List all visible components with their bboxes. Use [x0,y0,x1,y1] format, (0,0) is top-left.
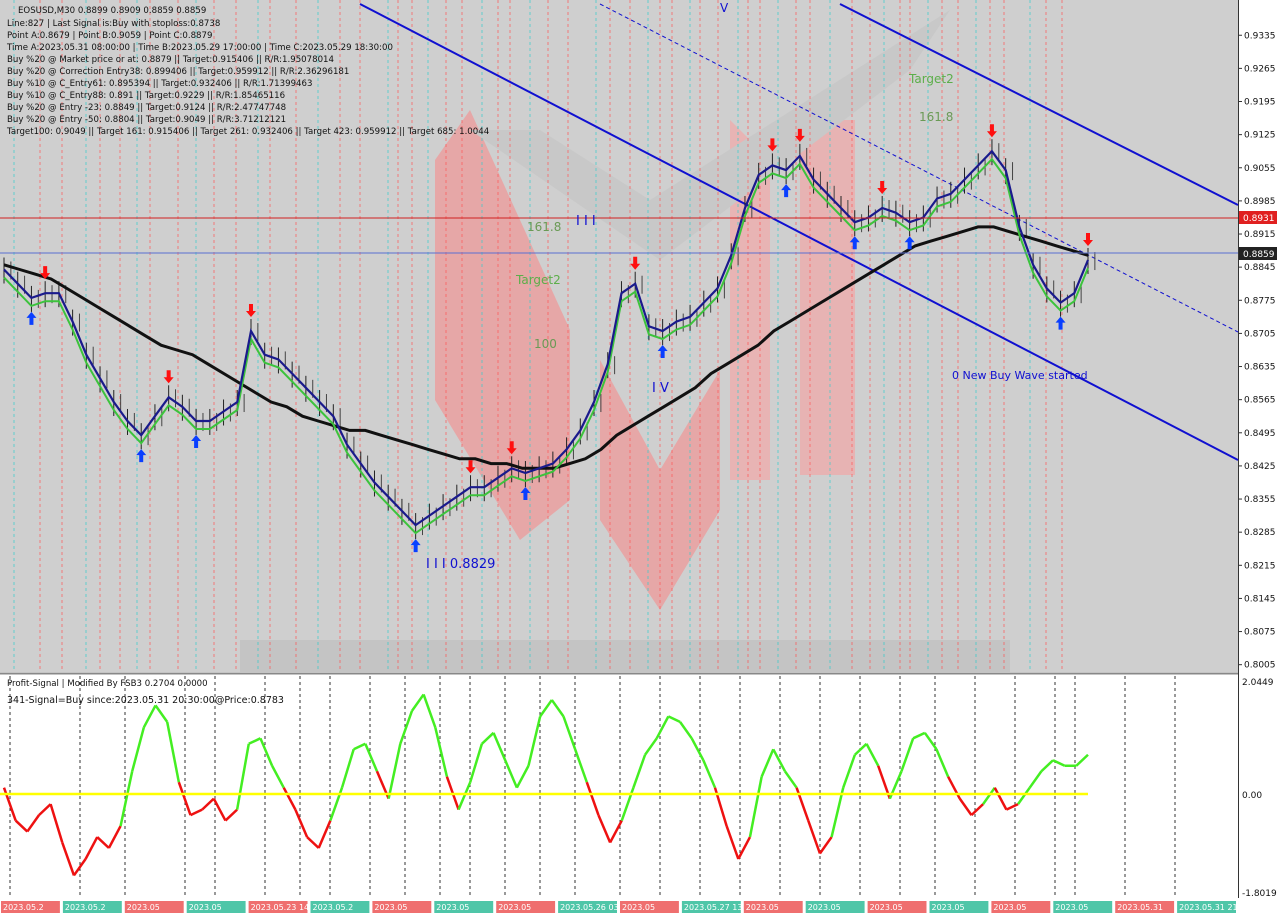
price-tick-label: 0.8355 [1244,495,1276,505]
price-tick-label: 0.8425 [1244,462,1276,472]
price-tick-label: 0.8495 [1244,429,1276,439]
info-line: Buy %20 @ Market price or at: 0.8879 || … [7,55,334,65]
time-label: 2023.05 [1055,903,1088,912]
wave-iii-top-label: I I I [576,214,596,229]
indicator-signal-text: 341-Signal=Buy since:2023.05.31 20:30:00… [7,695,284,706]
time-axis-labels: 2023.05.2 2023.05.2 2023.05 2023.05 2023.05.… [1,901,1251,913]
price-tick-label: 0.9335 [1244,31,1276,41]
info-line: Point A:0.8679 | Point B:0.9059 | Point … [7,31,212,41]
fib-100-label: 100 [534,337,557,351]
red-price-tag-label: 0.8931 [1243,214,1275,224]
info-line: Buy %20 @ Correction Entry38: 0.899406 |… [7,67,349,77]
price-tick-label: 0.8985 [1244,197,1276,207]
target2-left-label: Target2 [515,273,561,287]
indicator-title: Profit-Signal | Modified By FSB3 0.2704 … [7,679,208,689]
price-tick-label: 0.8775 [1244,296,1276,306]
time-label: 2023.05 [808,903,841,912]
price-tick-label: 0.8145 [1244,594,1276,604]
current-price-tag-label: 0.8859 [1243,250,1275,260]
time-label: 2023.05 [189,903,222,912]
wave-iv-label: I V [652,381,669,396]
price-tick-label: 0.8845 [1244,263,1276,273]
info-line: Line:827 | Last Signal is:Buy with stopl… [7,19,220,29]
target2-right-label: Target2 [908,72,954,86]
price-tick-label: 0.9195 [1244,98,1276,108]
time-label: 2023.05.31 21:00 [1179,903,1250,912]
time-label: 2023.05.31 [1117,903,1163,912]
symbol-line: EOSUSD,M30 0.8899 0.8909 0.8859 0.8859 [18,6,206,16]
price-tick-label: 0.8005 [1244,661,1276,671]
info-line: Target100: 0.9049 || Target 161: 0.91540… [6,127,489,137]
chart-canvas: 0.9335 0.9265 0.9195 0.9125 0.9055 0.8985 0.89… [0,0,1280,920]
fib-161-left-label: 161.8 [527,220,561,234]
info-line: Buy %20 @ Entry -50: 0.8804 || Target:0.… [7,115,286,125]
indicator-top-label: 2.0449 [1242,678,1274,688]
wave-v-label: V [720,1,729,15]
new-wave-label: 0 New Buy Wave started [952,369,1088,382]
fib-161-right-label: 161.8 [919,110,953,124]
chart-window: 0.9335 0.9265 0.9195 0.9125 0.9055 0.8985 0.89… [0,0,1280,920]
indicator-zero-label: 0.00 [1242,791,1262,801]
time-label: 2023.05.2 [313,903,354,912]
price-tick-label: 0.8915 [1244,230,1276,240]
time-label: 2023.05 [127,903,160,912]
price-tick-label: 0.8705 [1244,329,1276,339]
price-tick-label: 0.8565 [1244,396,1276,406]
price-tick-label: 0.8075 [1244,628,1276,638]
info-line: Buy %10 @ C_Entry88: 0.891 || Target:0.9… [7,91,285,101]
wave-iii-low-label: I I I 0.8829 [426,557,495,572]
time-label: 2023.05.2 [3,903,44,912]
time-label: 2023.05.2 [65,903,106,912]
price-tick-label: 0.9265 [1244,64,1276,74]
time-label: 2023.05 [993,903,1026,912]
time-label: 2023.05 [746,903,779,912]
price-tick-label: 0.9055 [1244,164,1276,174]
time-label: 2023.05 [932,903,965,912]
info-line: Time A:2023.05.31 08:00:00 | Time B:2023… [6,43,393,53]
indicator-plot-area [0,676,1238,898]
time-label: 2023.05 [436,903,469,912]
price-tick-label: 0.8215 [1244,561,1276,571]
time-label: 2023.05 [374,903,407,912]
info-line: Buy %20 @ Entry -23: 0.8849 || Target:0.… [7,103,286,113]
time-label: 2023.05 [870,903,903,912]
price-tick-label: 0.9125 [1244,131,1276,141]
time-label: 2023.05 [622,903,655,912]
info-line: Buy %10 @ C_Entry61: 0.895394 || Target:… [7,79,312,89]
time-label: 2023.05 [498,903,531,912]
price-tick-label: 0.8285 [1244,528,1276,538]
price-tick-label: 0.8635 [1244,363,1276,373]
indicator-bottom-label: -1.8019 [1242,889,1277,899]
